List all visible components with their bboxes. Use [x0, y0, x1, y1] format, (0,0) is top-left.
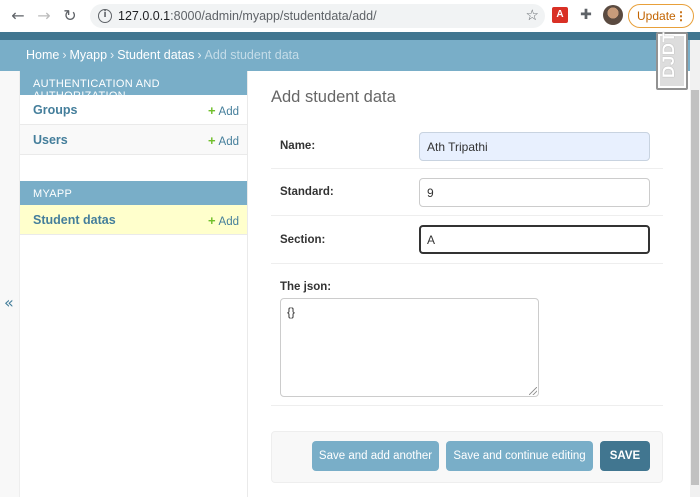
breadcrumb: Home › Myapp › Student datas › Add student dat… — [0, 40, 690, 71]
sidebar-item-student-datas[interactable]: Student datas + Add — [20, 205, 247, 235]
address-bar[interactable]: i 127.0.0.1:8000/admin/myapp/studentdata… — [90, 4, 545, 28]
back-arrow-icon[interactable]: ← — [8, 6, 28, 26]
double-chevron-left-icon: « — [4, 293, 14, 312]
page-scrollbar[interactable] — [690, 40, 700, 497]
json-label: The json: — [280, 281, 332, 293]
submit-row: Save and add another Save and continue e… — [271, 431, 663, 483]
breadcrumb-separator: › — [110, 48, 115, 62]
url-host: 127.0.0.1 — [118, 9, 171, 23]
address-url[interactable]: 127.0.0.1:8000/admin/myapp/studentdata/a… — [118, 9, 377, 23]
add-users-link[interactable]: + Add — [208, 133, 239, 148]
breadcrumb-current: Add student data — [204, 48, 300, 62]
section-field[interactable]: A — [419, 225, 650, 254]
breadcrumb-app[interactable]: Myapp — [70, 48, 108, 62]
add-label: Add — [218, 106, 239, 118]
update-label: Update — [637, 9, 676, 23]
nav-sidebar: Authentication and Authorization Groups … — [20, 71, 248, 497]
form-row-json: The json: {} — [271, 264, 663, 406]
name-label: Name: — [280, 140, 316, 152]
json-textarea[interactable]: {} — [280, 298, 539, 397]
sidebar-collapse-toggle[interactable]: « — [0, 71, 20, 497]
add-student-datas-link[interactable]: + Add — [208, 213, 239, 228]
resize-handle-icon[interactable] — [529, 387, 537, 395]
forward-arrow-icon[interactable]: → — [34, 6, 54, 26]
update-button[interactable]: Update ⋮ — [628, 4, 694, 28]
page-title: Add student data — [271, 88, 396, 106]
menu-dots-icon: ⋮ — [675, 9, 687, 23]
sidebar-item-label[interactable]: Student datas — [33, 213, 116, 227]
extensions-puzzle-icon[interactable]: ✚ — [578, 7, 594, 23]
main-content: Add student data Name: Ath Tripathi Stan… — [248, 71, 690, 497]
breadcrumb-separator: › — [62, 48, 67, 62]
scrollbar-thumb[interactable] — [691, 90, 699, 485]
save-and-add-another-button[interactable]: Save and add another — [312, 441, 439, 471]
url-path: :8000/admin/myapp/studentdata/add/ — [170, 9, 377, 23]
module-auth: Authentication and Authorization Groups … — [20, 71, 247, 155]
standard-label: Standard: — [280, 186, 334, 198]
plus-icon: + — [207, 213, 216, 228]
bookmark-star-icon[interactable]: ☆ — [526, 6, 539, 24]
breadcrumb-separator: › — [197, 48, 202, 62]
section-label: Section: — [280, 234, 326, 246]
add-label: Add — [218, 136, 239, 148]
reload-icon[interactable]: ↻ — [60, 6, 80, 26]
module-myapp: Myapp Student datas + Add — [20, 181, 247, 235]
breadcrumb-model[interactable]: Student datas — [117, 48, 194, 62]
plus-icon: + — [207, 103, 216, 118]
site-info-icon[interactable]: i — [98, 9, 112, 23]
sidebar-item-label[interactable]: Users — [33, 133, 68, 147]
profile-avatar[interactable] — [603, 5, 623, 25]
name-field[interactable]: Ath Tripathi — [419, 132, 650, 161]
pdf-extension-icon[interactable]: A — [552, 7, 568, 23]
admin-header — [0, 32, 700, 40]
standard-field[interactable]: 9 — [419, 178, 650, 207]
debug-toolbar-handle[interactable]: DJDT — [656, 32, 688, 90]
add-groups-link[interactable]: + Add — [208, 103, 239, 118]
module-caption[interactable]: Myapp — [20, 181, 247, 205]
json-value: {} — [287, 305, 296, 319]
save-button[interactable]: SAVE — [600, 441, 650, 471]
save-and-continue-button[interactable]: Save and continue editing — [446, 441, 593, 471]
breadcrumb-home[interactable]: Home — [26, 48, 59, 62]
plus-icon: + — [207, 133, 216, 148]
form-row-standard: Standard: 9 — [271, 169, 663, 216]
sidebar-item-groups[interactable]: Groups + Add — [20, 95, 247, 125]
form-row-name: Name: Ath Tripathi — [271, 122, 663, 169]
add-label: Add — [218, 216, 239, 228]
module-caption[interactable]: Authentication and Authorization — [20, 71, 247, 102]
sidebar-item-label[interactable]: Groups — [33, 103, 77, 117]
browser-toolbar: ← → ↻ i 127.0.0.1:8000/admin/myapp/stude… — [0, 0, 700, 32]
debug-toolbar-label: DJDT — [659, 31, 678, 78]
sidebar-item-users[interactable]: Users + Add — [20, 125, 247, 155]
form-row-section: Section: A — [271, 216, 663, 264]
